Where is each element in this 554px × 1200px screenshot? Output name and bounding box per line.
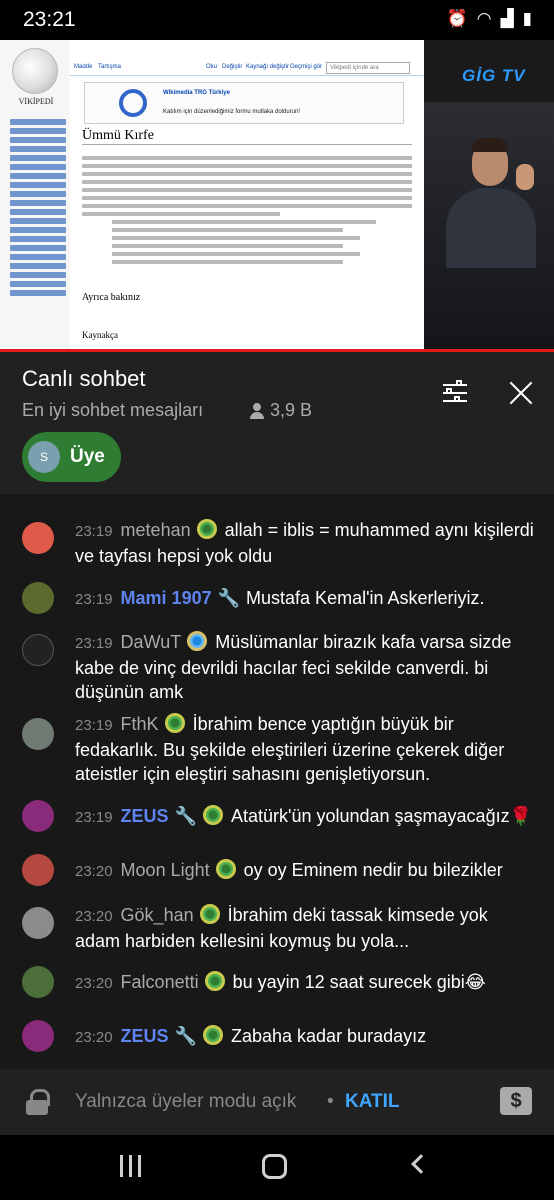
wiki-banner: Wikimedia TRG Türkiye Katılım için düzen… [84, 82, 404, 124]
close-chat-button[interactable] [506, 378, 536, 408]
wiki-sidebar: VİKİPEDİ [0, 40, 70, 351]
filter-settings-button[interactable] [440, 378, 472, 408]
wiki-section-sources: Kaynakça [82, 330, 118, 340]
avatar[interactable] [22, 522, 54, 554]
wiki-tab: Oku [206, 64, 218, 70]
moderator-wrench-icon: 🔧 [217, 588, 241, 608]
chat-messages[interactable]: 23:19 metehan allah = iblis = muhammed ayn… [0, 494, 554, 1069]
member-badge-icon [202, 805, 223, 825]
viewer-count: 3,9 B [250, 400, 312, 421]
message-time: 23:20 [75, 863, 113, 880]
avatar[interactable] [22, 634, 54, 666]
message-time: 23:19 [75, 591, 113, 608]
avatar[interactable] [22, 582, 54, 614]
message-text: oy oy Eminem nedir bu bilezikler [243, 860, 503, 880]
chat-title: Canlı sohbet [22, 366, 146, 391]
super-chat-icon[interactable]: $ [500, 1087, 532, 1115]
message-author[interactable]: Moon Light [121, 860, 210, 880]
message-time: 23:19 [75, 717, 113, 734]
wiki-article-body [82, 152, 412, 268]
message-author[interactable]: DaWuT [121, 632, 182, 652]
message-author[interactable]: FthK [121, 714, 159, 734]
avatar[interactable] [22, 966, 54, 998]
message-text: bu yayin 12 saat surecek gibi😂 [232, 972, 486, 992]
message-time: 23:20 [75, 908, 113, 925]
webcam-overlay [424, 102, 554, 350]
member-badge-icon [187, 631, 208, 651]
wiki-sidebar-links [10, 116, 66, 299]
partial-message [22, 494, 462, 500]
member-chip[interactable]: S Üye [22, 432, 121, 482]
message-author[interactable]: metehan [121, 520, 191, 540]
member-badge-icon [202, 1025, 223, 1045]
lock-icon [26, 1089, 50, 1115]
chat-footer: Yalnızca üyeler modu açık • KATIL $ [0, 1069, 554, 1135]
system-nav-bar [0, 1135, 554, 1200]
back-icon[interactable] [411, 1154, 431, 1174]
battery-icon: ▮ [522, 9, 532, 28]
message-text: Zabaha kadar buradayız [230, 1026, 427, 1046]
message-time: 23:19 [75, 809, 113, 826]
member-badge-icon [215, 859, 236, 879]
member-badge-icon [204, 971, 225, 991]
message-time: 23:19 [75, 523, 113, 540]
member-badge-icon [164, 713, 185, 733]
signal-icon: ▟ [500, 9, 514, 28]
alarm-icon: ⏰ [446, 9, 468, 28]
wiki-tab: Geçmişi gör [290, 64, 323, 70]
wiki-article-title: Ümmü Kırfe [82, 128, 154, 143]
home-icon[interactable] [262, 1154, 287, 1179]
wmtr-logo-icon [119, 89, 147, 117]
message-author[interactable]: ZEUS [121, 806, 169, 826]
member-badge-icon [196, 519, 217, 539]
wiki-tab: Madde [74, 64, 93, 70]
wiki-tab: Değiştir [222, 64, 243, 70]
status-bar: 23:21 ⏰ ◠ ▟ ▮ [0, 0, 554, 40]
recents-icon[interactable] [120, 1155, 142, 1177]
wikipedia-logo-icon [12, 48, 58, 94]
avatar[interactable] [22, 800, 54, 832]
wiki-tab: Kaynağı değiştir [246, 64, 290, 70]
message-time: 23:20 [75, 1029, 113, 1046]
separator: • [327, 1091, 334, 1112]
status-icons: ⏰ ◠ ▟ ▮ [447, 9, 532, 29]
video-player[interactable]: VİKİPEDİ Madde Tartışma Oku Değiştir Kay… [0, 40, 554, 351]
avatar[interactable] [22, 718, 54, 750]
wiki-search-input: Vikipedi içinde ara [326, 62, 410, 74]
message-author[interactable]: Mami 1907 [121, 588, 212, 608]
message-text: Atatürk'ün yolundan şaşmayacağız🌹 [230, 806, 532, 826]
wiki-main: Madde Tartışma Oku Değiştir Kaynağı deği… [70, 40, 424, 351]
avatar[interactable] [22, 854, 54, 886]
message-text: Mustafa Kemal'in Askerleriyiz. [246, 588, 485, 608]
message-author[interactable]: Gök_han [121, 905, 194, 925]
wiki-section-see-also: Ayrıca bakınız [82, 292, 141, 303]
avatar[interactable] [22, 907, 54, 939]
moderator-wrench-icon: 🔧 [174, 1026, 197, 1046]
person-icon [250, 402, 264, 419]
avatar[interactable] [22, 1020, 54, 1052]
status-time: 23:21 [23, 8, 76, 31]
chat-mode-dropdown[interactable]: En iyi sohbet mesajları [22, 400, 203, 421]
message-author[interactable]: ZEUS [121, 1026, 169, 1046]
join-button[interactable]: KATIL [345, 1091, 400, 1113]
message-author[interactable]: Falconetti [121, 972, 199, 992]
message-time: 23:20 [75, 975, 113, 992]
member-badge-icon [199, 904, 220, 924]
wifi-icon: ◠ [476, 9, 492, 28]
member-avatar: S [28, 441, 60, 473]
moderator-wrench-icon: 🔧 [174, 806, 197, 826]
member-chip-label: Üye [70, 446, 105, 467]
banner-org: Wikimedia TRG Türkiye [163, 90, 230, 96]
chat-header: Canlı sohbet En iyi sohbet mesajları 3,9… [0, 352, 554, 494]
wiki-page-screen: VİKİPEDİ Madde Tartışma Oku Değiştir Kay… [0, 40, 424, 351]
wiki-logo-text: VİKİPEDİ [18, 97, 54, 106]
wiki-tab: Tartışma [98, 64, 122, 70]
members-only-text: Yalnızca üyeler modu açık [75, 1091, 297, 1112]
channel-brand: GİG TV [462, 66, 526, 85]
viewer-count-value: 3,9 B [270, 400, 313, 420]
message-time: 23:19 [75, 635, 113, 652]
banner-footer: Katılım için düzenlediğimiz formu mutlak… [163, 109, 301, 115]
